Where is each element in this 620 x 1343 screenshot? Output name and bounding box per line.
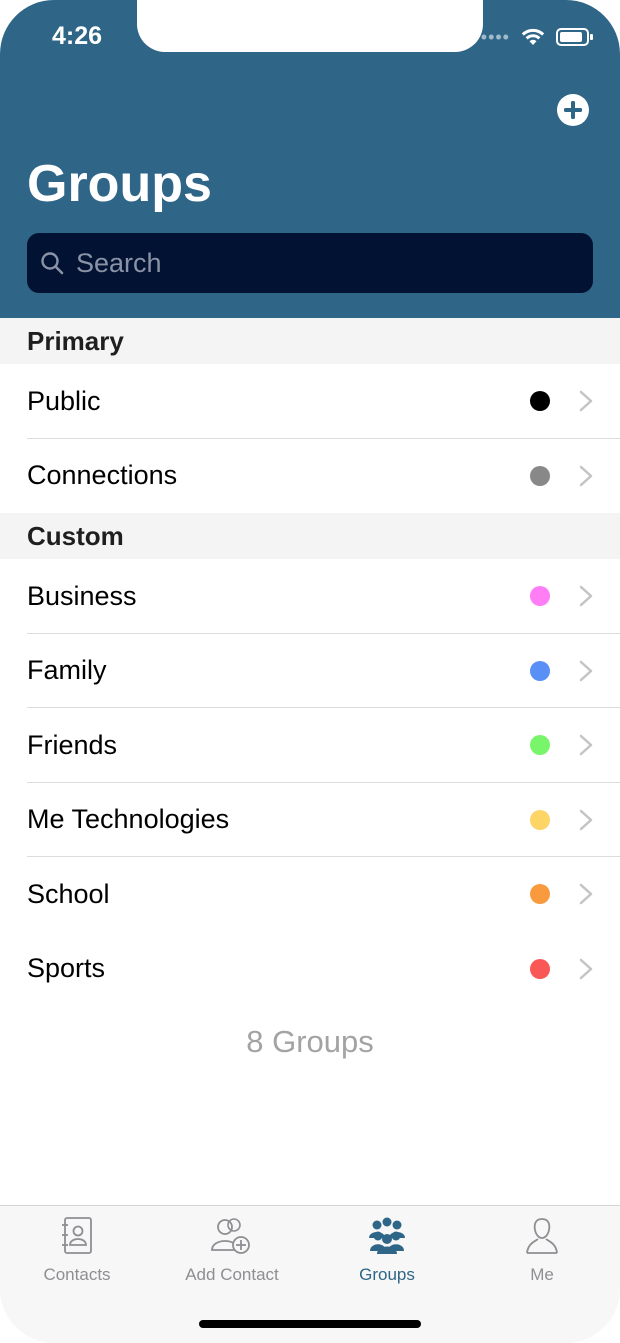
- chevron-right-icon: [579, 660, 593, 681]
- status-time: 4:26: [52, 22, 103, 50]
- group-label: School: [27, 878, 110, 909]
- tab-contacts[interactable]: Contacts: [2, 1216, 152, 1285]
- group-row-school[interactable]: School: [0, 857, 620, 932]
- tab-label: Contacts: [43, 1265, 111, 1284]
- section-header-custom: Custom: [0, 513, 620, 559]
- add-contact-icon: [211, 1218, 250, 1254]
- chevron-right-icon: [579, 465, 593, 486]
- signal-icon: ••••: [480, 26, 510, 47]
- group-label: Public: [27, 385, 101, 416]
- status-indicators: ••••: [481, 24, 594, 50]
- groups-count: 8 Groups: [246, 1024, 374, 1059]
- header: 4:26 •••• Groups: [0, 0, 620, 318]
- section-header-primary: Primary: [0, 318, 620, 364]
- chevron-right-icon: [579, 884, 593, 905]
- group-row-business[interactable]: Business: [0, 559, 620, 634]
- group-row-family[interactable]: Family: [0, 633, 620, 708]
- group-color-dot: [530, 958, 550, 979]
- group-row-friends[interactable]: Friends: [0, 708, 620, 783]
- groups-list: Primary Public Connections Custom Busine…: [0, 318, 620, 1006]
- person-icon: [526, 1218, 558, 1254]
- tab-me[interactable]: Me: [467, 1216, 617, 1285]
- page-title: Groups: [27, 155, 212, 213]
- add-group-button[interactable]: [556, 93, 590, 127]
- group-label: Business: [27, 580, 137, 611]
- tab-label: Groups: [359, 1265, 415, 1284]
- tab-label: Add Contact: [185, 1265, 279, 1284]
- chevron-right-icon: [579, 809, 593, 830]
- group-color-dot: [530, 586, 550, 607]
- group-label: Me Technologies: [27, 804, 230, 835]
- home-indicator[interactable]: [199, 1320, 421, 1328]
- battery-icon: [556, 28, 593, 46]
- app-screen: 4:26 •••• Groups Search Primary Public C…: [0, 0, 620, 1343]
- group-row-connections[interactable]: Connections: [0, 438, 620, 513]
- group-row-public[interactable]: Public: [0, 364, 620, 439]
- tab-groups[interactable]: Groups: [312, 1216, 462, 1285]
- groups-icon: [369, 1217, 405, 1254]
- group-label: Sports: [27, 953, 106, 984]
- group-row-me-technologies[interactable]: Me Technologies: [0, 782, 620, 857]
- address-book-icon: [62, 1217, 92, 1254]
- group-label: Friends: [27, 729, 118, 760]
- chevron-right-icon: [579, 735, 593, 756]
- group-row-sports[interactable]: Sports: [0, 931, 620, 1006]
- search-icon: [41, 252, 64, 275]
- group-color-dot: [530, 391, 550, 412]
- group-color-dot: [530, 465, 550, 486]
- group-label: Connections: [27, 460, 178, 491]
- tab-add-contact[interactable]: Add Contact: [157, 1216, 307, 1285]
- group-color-dot: [530, 660, 550, 681]
- wifi-icon: [521, 28, 545, 45]
- search-bar[interactable]: [27, 233, 593, 293]
- search-input[interactable]: [74, 246, 593, 280]
- chevron-right-icon: [579, 958, 593, 979]
- group-label: Family: [27, 655, 107, 686]
- tab-label: Me: [530, 1265, 554, 1284]
- group-color-dot: [530, 884, 550, 905]
- notch: [137, 0, 483, 52]
- chevron-right-icon: [579, 391, 593, 412]
- group-color-dot: [530, 809, 550, 830]
- group-color-dot: [530, 735, 550, 756]
- chevron-right-icon: [579, 586, 593, 607]
